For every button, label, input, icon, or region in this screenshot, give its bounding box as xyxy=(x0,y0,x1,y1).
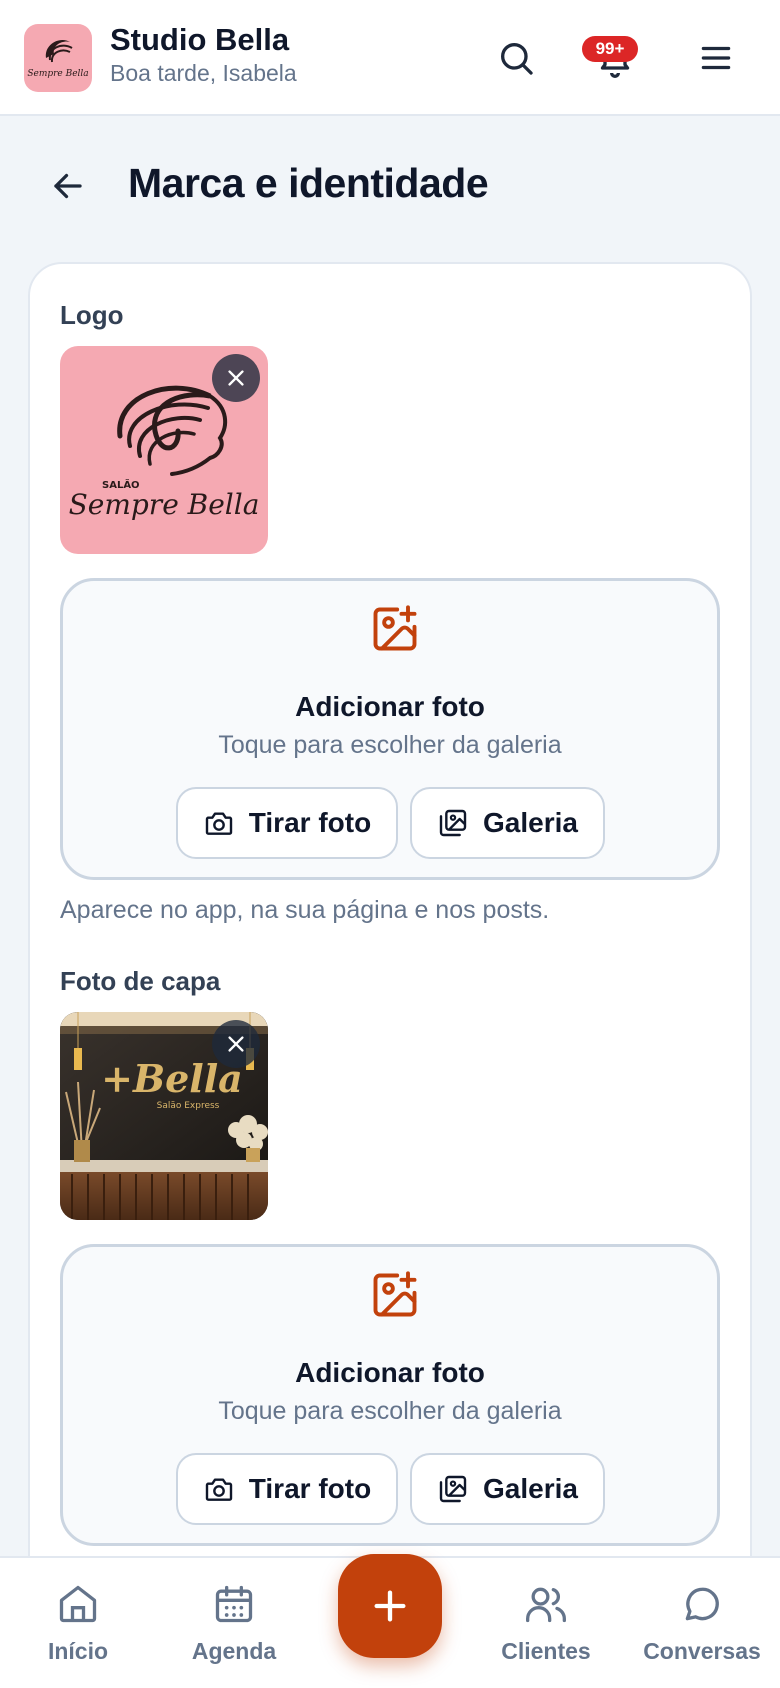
greeting-text: Boa tarde, Isabela xyxy=(110,60,297,86)
dropzone-hint: Toque para escolher da galeria xyxy=(218,1397,562,1425)
home-icon xyxy=(59,1585,97,1623)
arrow-left-icon xyxy=(54,173,82,199)
calendar-icon xyxy=(215,1585,253,1623)
page-title: Marca e identidade xyxy=(128,160,489,206)
nav-item-inicio[interactable]: Início xyxy=(3,1582,153,1665)
nav-item-clientes[interactable]: Clientes xyxy=(471,1582,621,1665)
gallery-button[interactable]: Galeria xyxy=(410,1453,605,1525)
users-icon xyxy=(526,1587,566,1623)
logo-section-label: Logo xyxy=(60,300,124,330)
remove-logo-button[interactable] xyxy=(212,354,260,402)
gallery-icon xyxy=(439,1475,467,1503)
gallery-button[interactable]: Galeria xyxy=(410,787,605,859)
nav-label-agenda: Agenda xyxy=(191,1638,277,1664)
logo-help-text: Aparece no app, na sua página e nos post… xyxy=(60,896,550,924)
dropzone-title: Adicionar foto xyxy=(295,691,485,722)
brand-logo[interactable]: Sempre Bella xyxy=(24,24,92,92)
take-photo-button[interactable]: Tirar foto xyxy=(176,787,398,859)
nav-item-conversas[interactable]: Conversas xyxy=(627,1582,777,1665)
cover-sub-text: Salão Express xyxy=(157,1101,220,1111)
brand-name: Studio Bella xyxy=(110,22,290,57)
plus-icon xyxy=(374,1590,406,1622)
close-icon xyxy=(228,370,244,386)
nav-label-clientes: Clientes xyxy=(501,1638,591,1664)
search-icon xyxy=(501,43,533,75)
app-header: Sempre Bella Studio Bella Boa tarde, Isa… xyxy=(0,0,780,116)
chat-icon xyxy=(685,1587,719,1621)
brand-logo-image: Sempre Bella xyxy=(27,39,89,79)
menu-button[interactable] xyxy=(688,30,744,86)
gallery-label: Galeria xyxy=(483,807,578,838)
nav-item-agenda[interactable]: Agenda xyxy=(159,1582,309,1665)
image-plus-icon xyxy=(373,1271,417,1317)
cover-dropzone[interactable]: Adicionar foto Toque para escolher da ga… xyxy=(60,1244,720,1546)
take-photo-button[interactable]: Tirar foto xyxy=(176,1453,398,1525)
camera-icon xyxy=(205,1478,232,1501)
logo-dropzone[interactable]: Adicionar foto Toque para escolher da ga… xyxy=(60,578,720,880)
take-photo-label: Tirar foto xyxy=(248,1473,372,1504)
add-button[interactable] xyxy=(338,1554,442,1658)
nav-label-conversas: Conversas xyxy=(643,1638,761,1664)
dropzone-hint: Toque para escolher da galeria xyxy=(218,731,562,759)
hamburger-menu-icon xyxy=(701,46,731,70)
gallery-label: Galeria xyxy=(483,1473,578,1504)
gallery-icon xyxy=(439,809,467,837)
nav-label-inicio: Início xyxy=(47,1638,109,1664)
logo-script-text: Sempre Bella xyxy=(69,488,260,521)
remove-cover-button[interactable] xyxy=(212,1020,260,1068)
search-button[interactable] xyxy=(488,30,544,86)
dropzone-title: Adicionar foto xyxy=(295,1357,485,1388)
close-icon xyxy=(228,1036,244,1052)
camera-icon xyxy=(205,812,232,835)
back-button[interactable] xyxy=(44,162,92,210)
cover-section-label: Foto de capa xyxy=(60,966,221,996)
notification-badge: 99+ xyxy=(582,36,638,62)
image-plus-icon xyxy=(373,605,417,651)
take-photo-label: Tirar foto xyxy=(248,807,372,838)
brand-logo-text: Sempre Bella xyxy=(27,69,88,79)
